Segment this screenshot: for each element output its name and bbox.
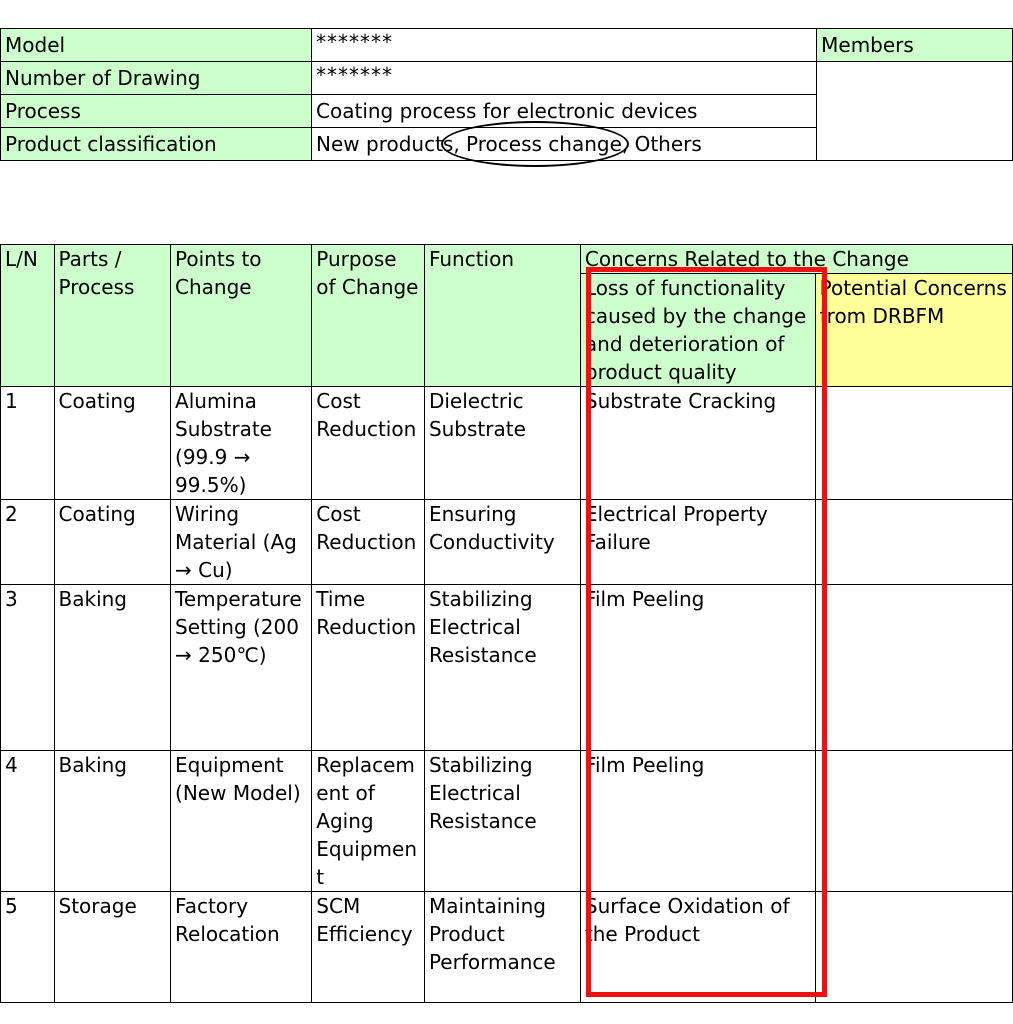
process-label: Process bbox=[0, 94, 313, 128]
members-label: Members bbox=[816, 28, 1013, 62]
change-concerns-table: L/N Parts / Process Points to Change Pur… bbox=[0, 244, 1013, 1003]
cell-ln: 3 bbox=[0, 584, 55, 751]
cell-parts: Storage bbox=[53, 891, 172, 1003]
drawing-label: Number of Drawing bbox=[0, 61, 313, 95]
header-points: Points to Change bbox=[170, 244, 313, 387]
cell-potential bbox=[814, 584, 1013, 751]
cell-parts: Baking bbox=[53, 584, 172, 751]
header-parts: Parts / Process bbox=[53, 244, 172, 387]
cell-parts: Coating bbox=[53, 386, 172, 500]
header-ln: L/N bbox=[0, 244, 55, 387]
selected-option-circle bbox=[441, 121, 629, 167]
cell-purpose: Replacement of Aging Equipment bbox=[311, 750, 425, 892]
header-function: Function bbox=[423, 244, 581, 387]
classification-label: Product classification bbox=[0, 127, 313, 161]
cell-purpose: Time Reduction bbox=[311, 584, 425, 751]
cell-points: Alumina Substrate (99.9 → 99.5%) bbox=[170, 386, 313, 500]
cell-ln: 5 bbox=[0, 891, 55, 1003]
cell-purpose: Cost Reduction bbox=[311, 386, 425, 500]
cell-points: Factory Relocation bbox=[170, 891, 313, 1003]
cell-points: Wiring Material (Ag → Cu) bbox=[170, 499, 313, 585]
cell-purpose: SCM Efficiency bbox=[311, 891, 425, 1003]
cell-ln: 1 bbox=[0, 386, 55, 500]
cell-potential bbox=[814, 750, 1013, 892]
cell-potential bbox=[814, 386, 1013, 500]
model-label: Model bbox=[0, 28, 313, 62]
cell-function: Maintaining Product Performance bbox=[423, 891, 581, 1003]
cell-parts: Coating bbox=[53, 499, 172, 585]
members-value bbox=[816, 61, 1013, 161]
highlight-box bbox=[586, 267, 827, 997]
cell-ln: 4 bbox=[0, 750, 55, 892]
cell-purpose: Cost Reduction bbox=[311, 499, 425, 585]
cell-points: Temperature Setting (200 → 250℃) bbox=[170, 584, 313, 751]
table-row: 5 Storage Factory Relocation SCM Efficie… bbox=[0, 891, 1013, 1003]
cell-function: Stabilizing Electrical Resistance bbox=[423, 584, 581, 751]
cell-points: Equipment (New Model) bbox=[170, 750, 313, 892]
cell-ln: 2 bbox=[0, 499, 55, 585]
table-row: 4 Baking Equipment (New Model) Replaceme… bbox=[0, 750, 1013, 892]
cell-potential bbox=[814, 499, 1013, 585]
cell-potential bbox=[814, 891, 1013, 1003]
table-row: 1 Coating Alumina Substrate (99.9 → 99.5… bbox=[0, 386, 1013, 500]
header-potential: Potential Concerns from DRBFM bbox=[814, 273, 1013, 387]
table-row: 3 Baking Temperature Setting (200 → 250℃… bbox=[0, 584, 1013, 751]
cell-parts: Baking bbox=[53, 750, 172, 892]
cell-function: Ensuring Conductivity bbox=[423, 499, 581, 585]
drawing-value: ******* bbox=[311, 61, 818, 95]
model-value: ******* bbox=[311, 28, 818, 62]
cell-function: Stabilizing Electrical Resistance bbox=[423, 750, 581, 892]
header-purpose: Purpose of Change bbox=[311, 244, 425, 387]
table-row: 2 Coating Wiring Material (Ag → Cu) Cost… bbox=[0, 499, 1013, 585]
cell-function: Dielectric Substrate bbox=[423, 386, 581, 500]
